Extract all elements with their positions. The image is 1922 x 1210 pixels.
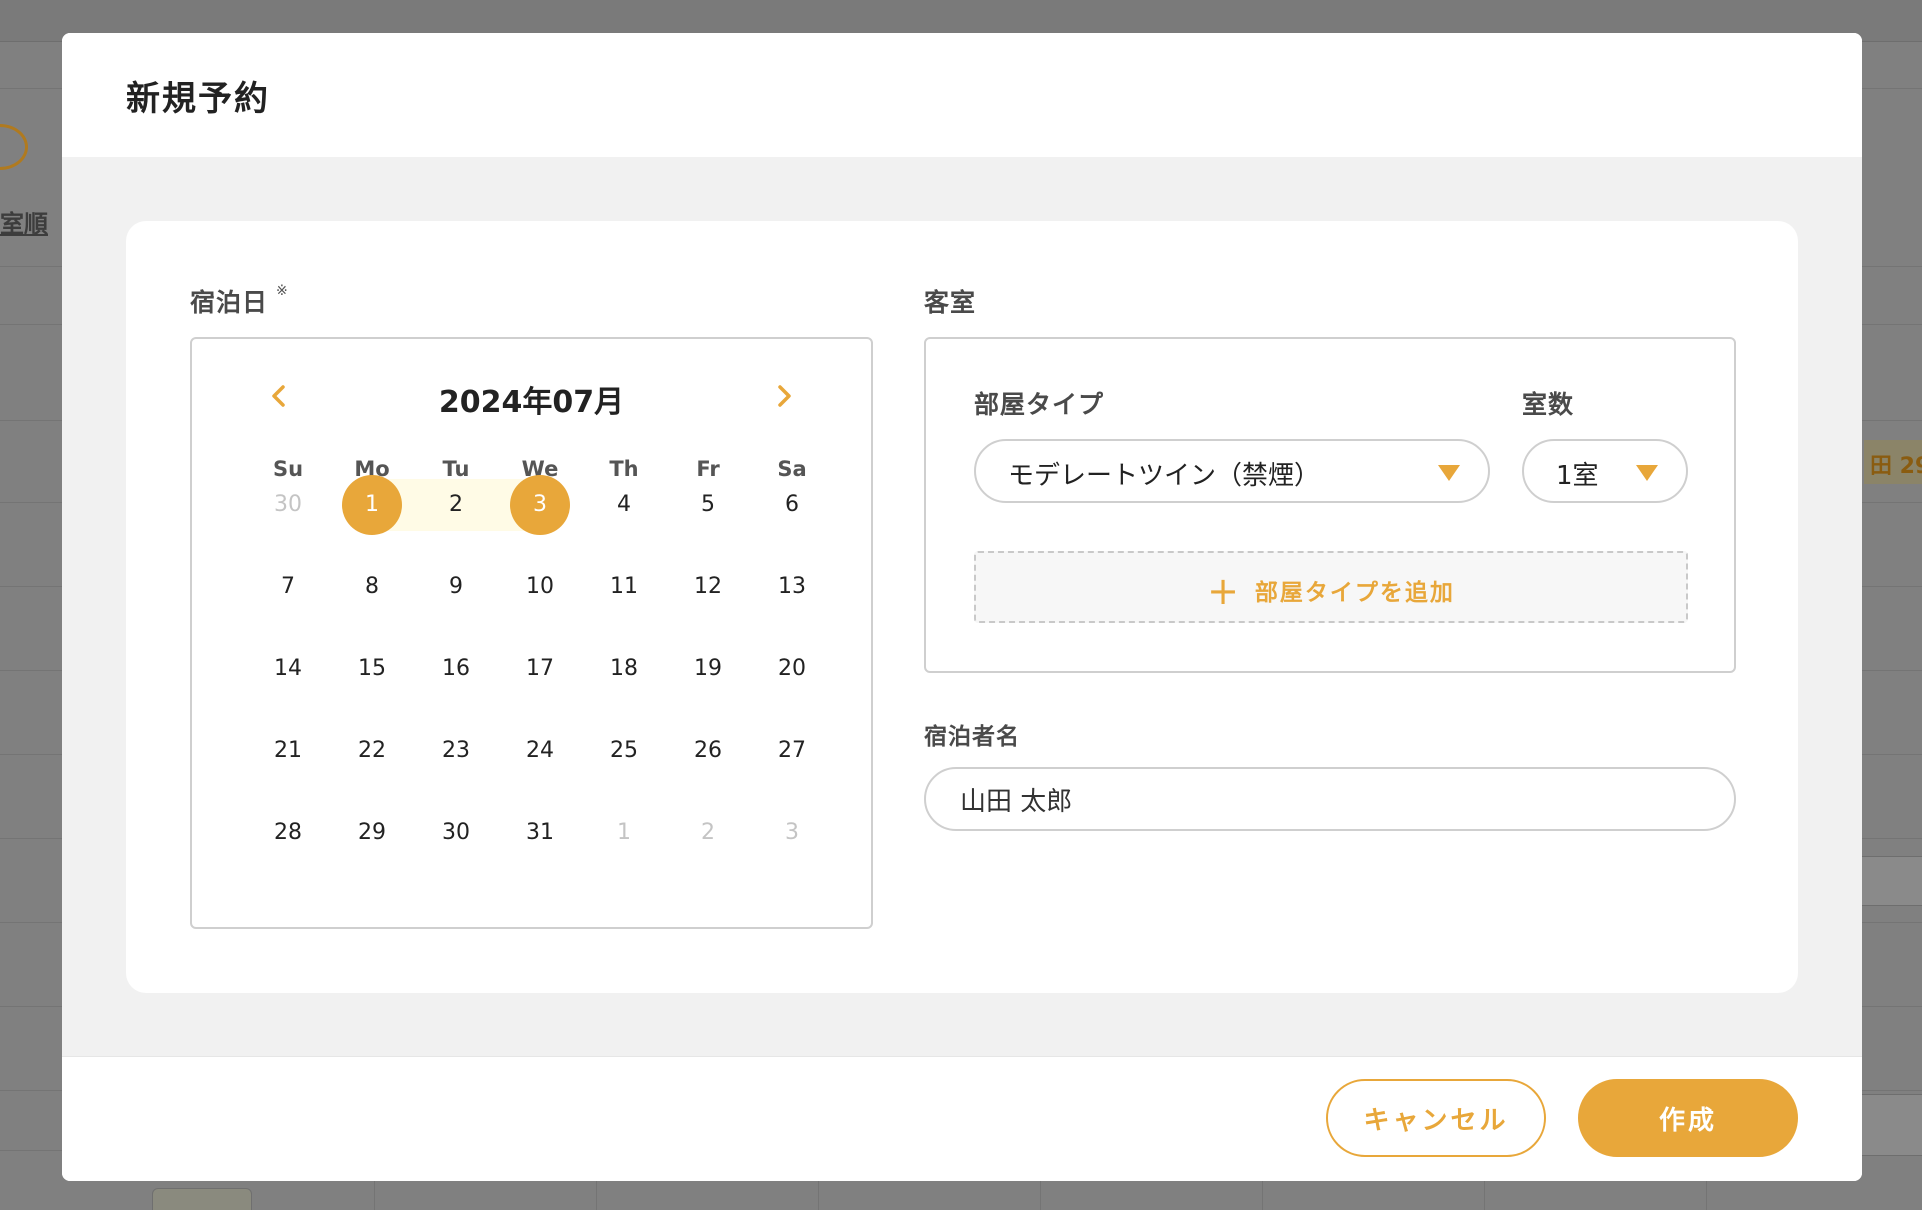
next-month-button[interactable] <box>767 379 801 413</box>
background-circle-button <box>0 124 28 170</box>
calendar-day[interactable]: 6 <box>762 475 822 535</box>
calendar-day[interactable]: 29 <box>342 803 402 863</box>
calendar-day[interactable]: 14 <box>258 639 318 699</box>
calendar-day[interactable]: 1 <box>594 803 654 863</box>
calendar-day[interactable]: 24 <box>510 721 570 781</box>
calendar-day[interactable]: 5 <box>678 475 738 535</box>
room-type-label: 部屋タイプ <box>974 390 1105 419</box>
calendar-day[interactable]: 30 <box>426 803 486 863</box>
plus-icon: + <box>1207 568 1241 613</box>
calendar-day[interactable]: 26 <box>678 721 738 781</box>
background-block <box>152 1188 252 1210</box>
calendar-day[interactable]: 20 <box>762 639 822 699</box>
calendar-day-selected[interactable]: 3 <box>510 475 570 535</box>
background-reservation-chip: 田 29 <box>1864 440 1922 484</box>
calendar-day[interactable]: 2 <box>426 475 486 535</box>
modal-header: 新規予約 <box>62 33 1862 157</box>
room-selection-box: 部屋タイプ モデレートツイン（禁煙） 室数 1室 + 部屋タイプを追加 <box>924 337 1736 673</box>
calendar-day[interactable]: 9 <box>426 557 486 617</box>
calendar-day[interactable]: 31 <box>510 803 570 863</box>
caret-down-icon <box>1636 465 1658 481</box>
calendar-day[interactable]: 10 <box>510 557 570 617</box>
background-block <box>1862 1094 1922 1156</box>
calendar-day[interactable]: 27 <box>762 721 822 781</box>
calendar-day[interactable]: 23 <box>426 721 486 781</box>
calendar-day[interactable]: 3 <box>762 803 822 863</box>
calendar-day[interactable]: 25 <box>594 721 654 781</box>
calendar-day[interactable]: 4 <box>594 475 654 535</box>
calendar-day[interactable]: 21 <box>258 721 318 781</box>
stay-date-label: 宿泊日 ※ <box>190 283 289 317</box>
create-button[interactable]: 作成 <box>1578 1079 1798 1157</box>
calendar-day[interactable]: 12 <box>678 557 738 617</box>
required-mark: ※ <box>276 283 289 299</box>
calendar-day[interactable]: 13 <box>762 557 822 617</box>
date-picker-calendar: 2024年07月 Su Mo Tu We Th Fr Sa 30 1 2 3 4 5 6 7 8 9 10 11 12… <box>190 337 873 929</box>
guest-name-label: 宿泊者名 <box>924 724 1020 750</box>
room-section-label: 客室 <box>924 288 977 317</box>
calendar-day[interactable]: 8 <box>342 557 402 617</box>
calendar-day[interactable]: 30 <box>258 475 318 535</box>
calendar-day[interactable]: 2 <box>678 803 738 863</box>
calendar-day-selected[interactable]: 1 <box>342 475 402 535</box>
calendar-day[interactable]: 28 <box>258 803 318 863</box>
caret-down-icon <box>1438 465 1460 481</box>
calendar-day[interactable]: 11 <box>594 557 654 617</box>
calendar-day[interactable]: 7 <box>258 557 318 617</box>
calendar-day[interactable]: 19 <box>678 639 738 699</box>
room-count-label: 室数 <box>1522 390 1575 419</box>
calendar-day[interactable]: 18 <box>594 639 654 699</box>
modal-footer: キャンセル 作成 <box>62 1056 1862 1181</box>
guest-name-input[interactable] <box>924 767 1736 831</box>
room-count-select[interactable]: 1室 <box>1522 439 1688 503</box>
add-room-type-button[interactable]: + 部屋タイプを追加 <box>974 551 1688 623</box>
chevron-right-icon <box>778 385 791 407</box>
new-reservation-modal: 新規予約 宿泊日 ※ 2024年07月 Su Mo Tu We Th Fr Sa 30 1 2 3 4 5… <box>62 33 1862 1181</box>
calendar-day[interactable]: 15 <box>342 639 402 699</box>
room-type-select[interactable]: モデレートツイン（禁煙） <box>974 439 1490 503</box>
room-type-value: モデレートツイン（禁煙） <box>1008 461 1321 491</box>
modal-title: 新規予約 <box>126 79 270 119</box>
cancel-button[interactable]: キャンセル <box>1326 1079 1546 1157</box>
calendar-day[interactable]: 16 <box>426 639 486 699</box>
background-block <box>1862 856 1922 906</box>
calendar-day[interactable]: 22 <box>342 721 402 781</box>
add-room-type-label: 部屋タイプを追加 <box>1254 580 1455 606</box>
calendar-day[interactable]: 17 <box>510 639 570 699</box>
room-count-value: 1室 <box>1556 461 1599 491</box>
background-sort-link: 室順 <box>0 210 48 238</box>
reservation-form-panel: 宿泊日 ※ 2024年07月 Su Mo Tu We Th Fr Sa 30 1 2 3 4 5 6 7 8 9 1… <box>126 221 1798 993</box>
